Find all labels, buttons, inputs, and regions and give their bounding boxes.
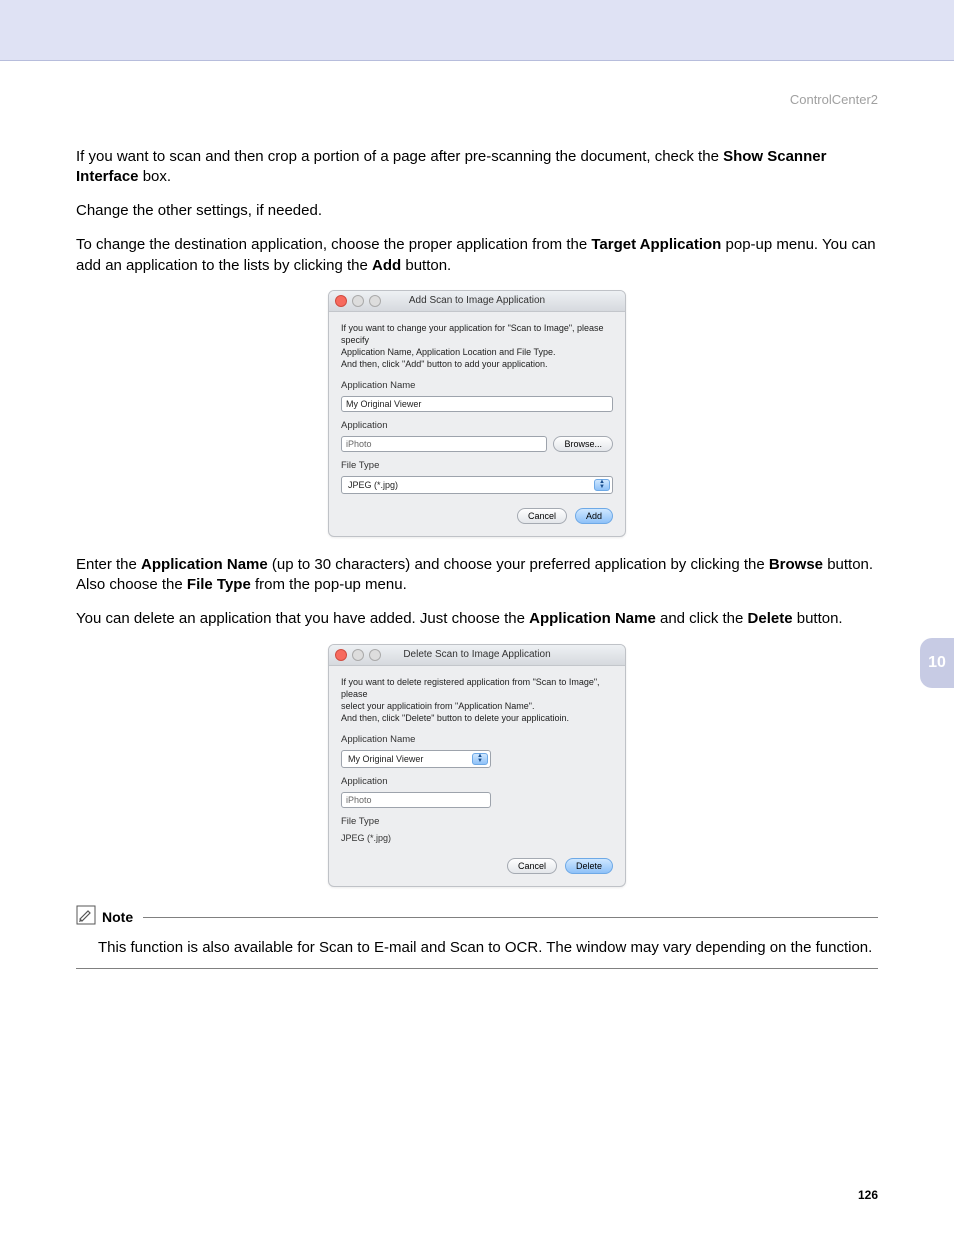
del-appname-label: Application Name xyxy=(341,734,613,747)
del-desc-l3: And then, click "Delete" button to delet… xyxy=(341,713,569,723)
del-filetype-label: File Type xyxy=(341,816,613,829)
pencil-icon xyxy=(76,905,96,930)
add-desc-l2: Application Name, Application Location a… xyxy=(341,347,555,357)
p3-text-b: Target Application xyxy=(591,236,721,253)
close-icon[interactable] xyxy=(335,649,347,661)
delete-dialog: Delete Scan to Image Application If you … xyxy=(328,644,626,887)
add-dialog-description: If you want to change your application f… xyxy=(341,322,613,371)
paragraph-3: To change the destination application, c… xyxy=(76,235,878,276)
add-appname-input[interactable] xyxy=(341,396,613,412)
del-filetype-value: JPEG (*.jpg) xyxy=(341,832,613,844)
minimize-icon[interactable] xyxy=(352,295,364,307)
p4-g: from the pop-up menu. xyxy=(251,576,407,593)
top-band xyxy=(0,0,954,61)
add-filetype-popup[interactable]: JPEG (*.jpg) ▲▼ xyxy=(341,476,613,494)
del-desc-l1: If you want to delete registered applica… xyxy=(341,677,600,699)
add-dialog-titlebar: Add Scan to Image Application xyxy=(329,291,625,312)
add-desc-l3: And then, click "Add" button to add your… xyxy=(341,359,548,369)
del-app-label: Application xyxy=(341,776,613,789)
browse-button[interactable]: Browse... xyxy=(553,436,613,452)
p4-b: Application Name xyxy=(141,556,268,573)
p3-text-e: button. xyxy=(401,257,451,274)
del-appname-value: My Original Viewer xyxy=(348,753,423,765)
section-tab: 10 xyxy=(920,638,954,688)
p5-d: Delete xyxy=(748,610,793,627)
add-dialog: Add Scan to Image Application If you wan… xyxy=(328,290,626,537)
chevron-updown-icon: ▲▼ xyxy=(472,753,488,765)
zoom-icon[interactable] xyxy=(369,649,381,661)
note-label: Note xyxy=(102,908,133,927)
divider xyxy=(143,917,878,918)
page-number: 126 xyxy=(858,1187,878,1203)
chevron-updown-icon: ▲▼ xyxy=(594,479,610,491)
p5-a: You can delete an application that you h… xyxy=(76,610,529,627)
add-app-label: Application xyxy=(341,420,613,433)
del-desc-l2: select your applicatioin from "Applicati… xyxy=(341,701,534,711)
p4-f: File Type xyxy=(187,576,251,593)
divider xyxy=(76,968,878,969)
minimize-icon[interactable] xyxy=(352,649,364,661)
p5-e: button. xyxy=(793,610,843,627)
delete-dialog-titlebar: Delete Scan to Image Application xyxy=(329,645,625,666)
delete-dialog-delete-button[interactable]: Delete xyxy=(565,858,613,874)
del-app-field xyxy=(341,792,491,808)
p1-text-a: If you want to scan and then crop a port… xyxy=(76,148,723,165)
add-dialog-cancel-button[interactable]: Cancel xyxy=(517,508,567,524)
note-body: This function is also available for Scan… xyxy=(98,938,878,958)
add-filetype-label: File Type xyxy=(341,460,613,473)
running-header: ControlCenter2 xyxy=(76,91,878,109)
p4-d: Browse xyxy=(769,556,823,573)
add-appname-label: Application Name xyxy=(341,380,613,393)
paragraph-4: Enter the Application Name (up to 30 cha… xyxy=(76,555,878,596)
add-dialog-add-button[interactable]: Add xyxy=(575,508,613,524)
close-icon[interactable] xyxy=(335,295,347,307)
delete-dialog-description: If you want to delete registered applica… xyxy=(341,676,613,725)
zoom-icon[interactable] xyxy=(369,295,381,307)
p3-text-d: Add xyxy=(372,257,401,274)
p5-b: Application Name xyxy=(529,610,656,627)
paragraph-2: Change the other settings, if needed. xyxy=(76,201,878,221)
add-desc-l1: If you want to change your application f… xyxy=(341,323,604,345)
p1-text-c: box. xyxy=(139,168,172,185)
p3-text-a: To change the destination application, c… xyxy=(76,236,591,253)
delete-dialog-cancel-button[interactable]: Cancel xyxy=(507,858,557,874)
paragraph-1: If you want to scan and then crop a port… xyxy=(76,147,878,188)
p4-a: Enter the xyxy=(76,556,141,573)
add-filetype-value: JPEG (*.jpg) xyxy=(348,479,398,491)
add-app-field xyxy=(341,436,547,452)
note-heading-row: Note xyxy=(76,905,878,930)
p5-c: and click the xyxy=(656,610,748,627)
del-appname-popup[interactable]: My Original Viewer ▲▼ xyxy=(341,750,491,768)
paragraph-5: You can delete an application that you h… xyxy=(76,609,878,629)
p4-c: (up to 30 characters) and choose your pr… xyxy=(268,556,769,573)
